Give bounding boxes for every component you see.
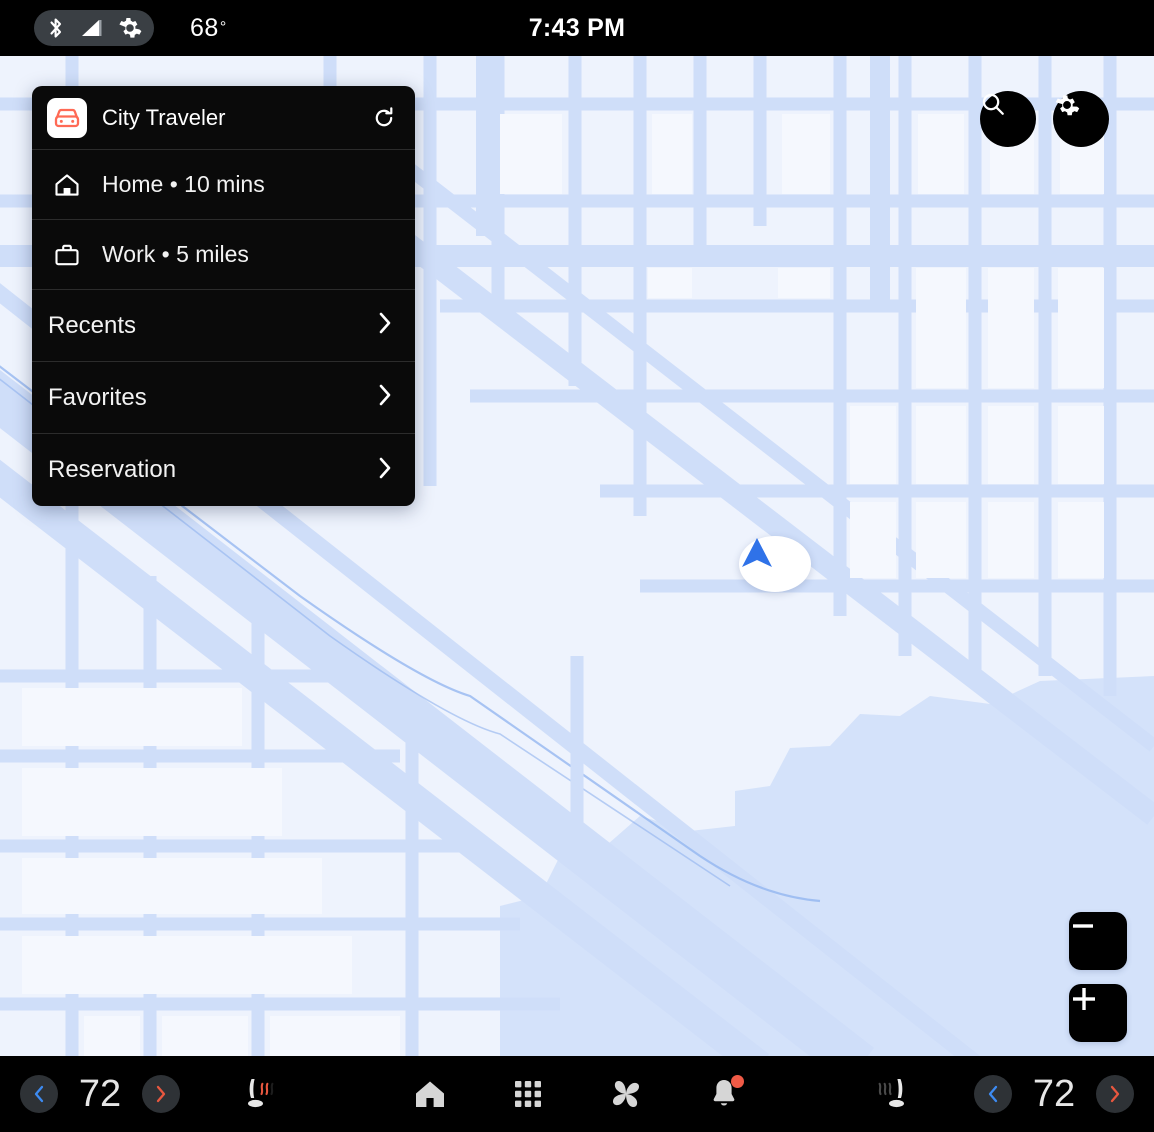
passenger-temperature-value: 72 [1022, 1073, 1086, 1116]
search-icon [980, 91, 1006, 117]
chevron-right-icon [1107, 1084, 1123, 1104]
status-clock: 7:43 PM [0, 0, 1154, 56]
destination-label: Work • 5 miles [102, 241, 249, 268]
passenger-temp-increase-button[interactable] [1096, 1075, 1134, 1113]
status-bar: 68° 7:43 PM [0, 0, 1154, 56]
infotainment-screen: 68° 7:43 PM [0, 0, 1154, 1132]
nav-section-label: Reservation [48, 456, 377, 484]
nav-section-reservation[interactable]: Reservation [32, 434, 415, 506]
card-header: City Traveler [32, 86, 415, 150]
destination-label: Home • 10 mins [102, 171, 265, 198]
nav-section-label: Recents [48, 312, 377, 340]
bottom-control-bar: 72 [0, 1056, 1154, 1132]
home-button[interactable] [406, 1070, 454, 1118]
climate-button[interactable] [602, 1070, 650, 1118]
apps-grid-icon [513, 1079, 543, 1109]
destination-home[interactable]: Home • 10 mins [32, 150, 415, 220]
plus-icon [1069, 984, 1099, 1014]
minus-icon [1069, 912, 1097, 940]
destination-work[interactable]: Work • 5 miles [32, 220, 415, 290]
fan-icon [608, 1076, 644, 1112]
chevron-right-icon [377, 310, 393, 341]
chevron-right-icon [377, 382, 393, 413]
gear-icon [1053, 91, 1081, 119]
map-zoom-out-button[interactable] [1069, 912, 1127, 970]
notifications-button[interactable] [700, 1070, 748, 1118]
map-zoom-in-button[interactable] [1069, 984, 1127, 1042]
nav-section-favorites[interactable]: Favorites [32, 362, 415, 434]
briefcase-icon [50, 242, 84, 268]
passenger-seat-heater-button[interactable] [862, 1056, 922, 1132]
nav-section-recents[interactable]: Recents [32, 290, 415, 362]
passenger-temp-decrease-button[interactable] [974, 1075, 1012, 1113]
seat-heater-icon [870, 1074, 914, 1114]
refresh-icon [371, 105, 397, 131]
app-title: City Traveler [102, 105, 352, 131]
vehicle-location-marker [739, 536, 811, 592]
home-icon [50, 172, 84, 198]
home-icon [413, 1078, 447, 1110]
apps-button[interactable] [504, 1070, 552, 1118]
chevron-left-icon [985, 1084, 1001, 1104]
car-front-icon [47, 98, 87, 138]
refresh-button[interactable] [367, 101, 401, 135]
map-search-button[interactable] [980, 91, 1036, 147]
nav-section-label: Favorites [48, 384, 377, 412]
navigation-app-card: City Traveler Home • 10 mins [32, 86, 415, 506]
passenger-climate-control: 72 [974, 1056, 1134, 1132]
notification-badge [731, 1075, 744, 1088]
chevron-right-icon [377, 455, 393, 486]
navigation-arrow-icon [739, 536, 775, 570]
map-settings-button[interactable] [1053, 91, 1109, 147]
